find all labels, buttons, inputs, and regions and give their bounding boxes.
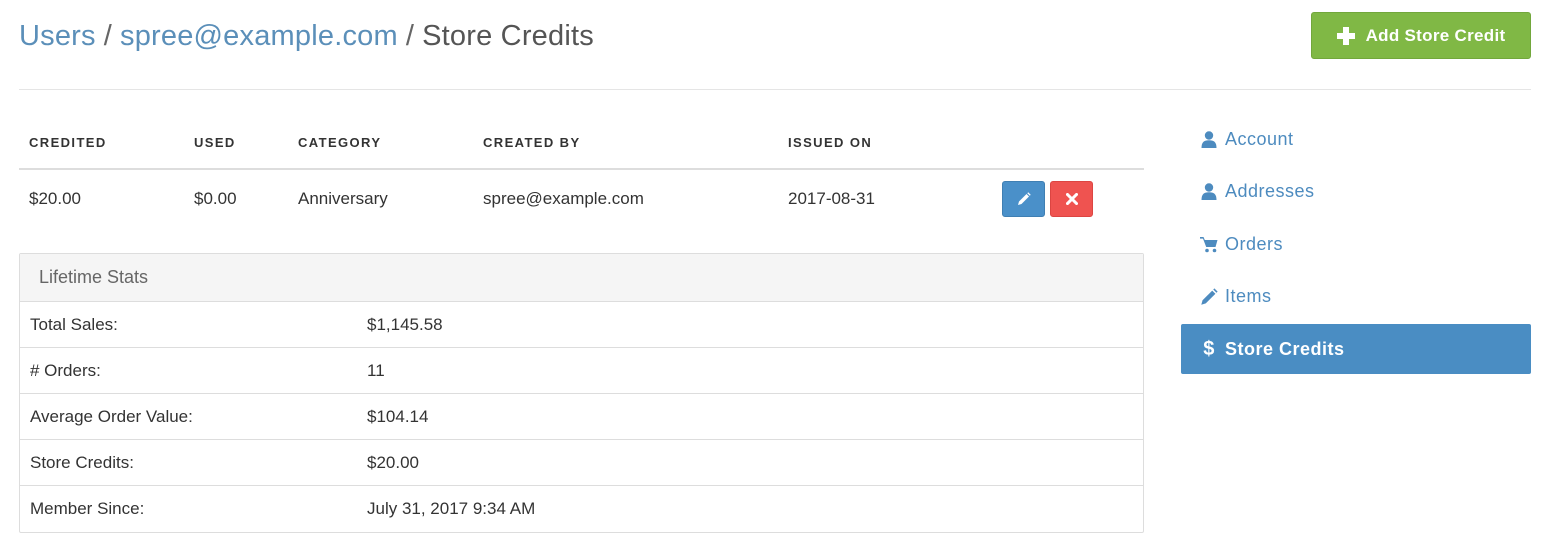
cell-used: $0.00 <box>194 188 237 208</box>
user-icon <box>1200 183 1218 201</box>
sidebar-item-label: Account <box>1225 128 1294 149</box>
breadcrumb-user-link[interactable]: spree@example.com <box>120 20 398 52</box>
breadcrumb-current: Store Credits <box>422 20 594 52</box>
close-icon <box>1065 192 1078 205</box>
breadcrumb-separator: / <box>405 20 415 52</box>
lifetime-stats-panel: Lifetime Stats Total Sales: $1,145.58 # … <box>19 253 1144 533</box>
stat-value: $1,145.58 <box>367 314 443 334</box>
store-credits-table: CREDITED USED CATEGORY CREATED BY ISSUED… <box>19 116 1144 227</box>
cell-actions <box>984 169 1144 227</box>
sidebar-item-orders[interactable]: Orders <box>1181 219 1531 269</box>
stat-label: # Orders: <box>30 360 101 380</box>
cart-icon <box>1200 235 1218 253</box>
sidebar-item-addresses[interactable]: Addresses <box>1181 167 1531 217</box>
sidebar-item-label: Addresses <box>1225 181 1315 201</box>
stat-value: 11 <box>367 360 385 380</box>
sidebar-item-store-credits[interactable]: $ Store Credits <box>1181 324 1531 374</box>
sidebar-item-account[interactable]: Account <box>1181 114 1531 164</box>
column-header-issued-on: ISSUED ON <box>778 116 984 170</box>
sidebar-nav: Account Addresses Orders Items $ Store C… <box>1181 114 1531 377</box>
cell-credited: $20.00 <box>29 188 81 208</box>
sidebar-item-label: Store Credits <box>1225 338 1345 359</box>
sidebar-item-label: Orders <box>1225 233 1284 254</box>
column-header-used: USED <box>184 116 288 170</box>
delete-button[interactable] <box>1050 180 1093 217</box>
stat-row-member-since: Member Since: July 31, 2017 9:34 AM <box>20 486 1143 532</box>
cell-category: Anniversary <box>298 188 388 208</box>
column-header-actions <box>984 116 1144 170</box>
stat-label: Store Credits: <box>30 452 134 472</box>
table-row: $20.00 $0.00 Anniversary spree@example.c… <box>19 169 1144 227</box>
column-header-credited: CREDITED <box>19 116 184 170</box>
sidebar-item-items[interactable]: Items <box>1181 272 1531 322</box>
stat-value: $104.14 <box>367 406 429 426</box>
stat-row-total-sales: Total Sales: $1,145.58 <box>20 302 1143 348</box>
edit-button[interactable] <box>1002 180 1045 217</box>
cell-issued-on: 2017-08-31 <box>788 188 875 208</box>
stat-row-store-credits: Store Credits: $20.00 <box>20 440 1143 486</box>
breadcrumb-users-link[interactable]: Users <box>19 20 96 52</box>
pencil-icon <box>1200 287 1218 306</box>
breadcrumb-separator: / <box>103 20 112 52</box>
user-icon <box>1200 130 1218 148</box>
breadcrumb: Users / spree@example.com / Store Credits <box>19 20 594 53</box>
table-header-row: CREDITED USED CATEGORY CREATED BY ISSUED… <box>19 116 1144 170</box>
stat-row-average-order-value: Average Order Value: $104.14 <box>20 394 1143 440</box>
add-store-credit-label: Add Store Credit <box>1365 25 1506 45</box>
plus-icon <box>1336 26 1355 45</box>
stat-label: Average Order Value: <box>30 406 193 426</box>
stat-row-orders: # Orders: 11 <box>20 348 1143 394</box>
sidebar-item-label: Items <box>1225 286 1272 306</box>
row-actions <box>1002 180 1134 217</box>
panel-title: Lifetime Stats <box>20 254 1143 302</box>
cell-created-by: spree@example.com <box>483 188 644 208</box>
stat-label: Total Sales: <box>30 314 118 334</box>
dollar-icon: $ <box>1203 338 1215 360</box>
column-header-created-by: CREATED BY <box>473 116 778 170</box>
pencil-icon <box>1017 191 1031 205</box>
column-header-category: CATEGORY <box>288 116 473 170</box>
stat-label: Member Since: <box>30 499 145 518</box>
add-store-credit-button[interactable]: Add Store Credit <box>1311 12 1531 59</box>
page-header: Users / spree@example.com / Store Credits Ad… <box>19 12 1531 90</box>
stat-value: $20.00 <box>367 452 419 472</box>
stat-value: July 31, 2017 9:34 AM <box>367 499 536 518</box>
